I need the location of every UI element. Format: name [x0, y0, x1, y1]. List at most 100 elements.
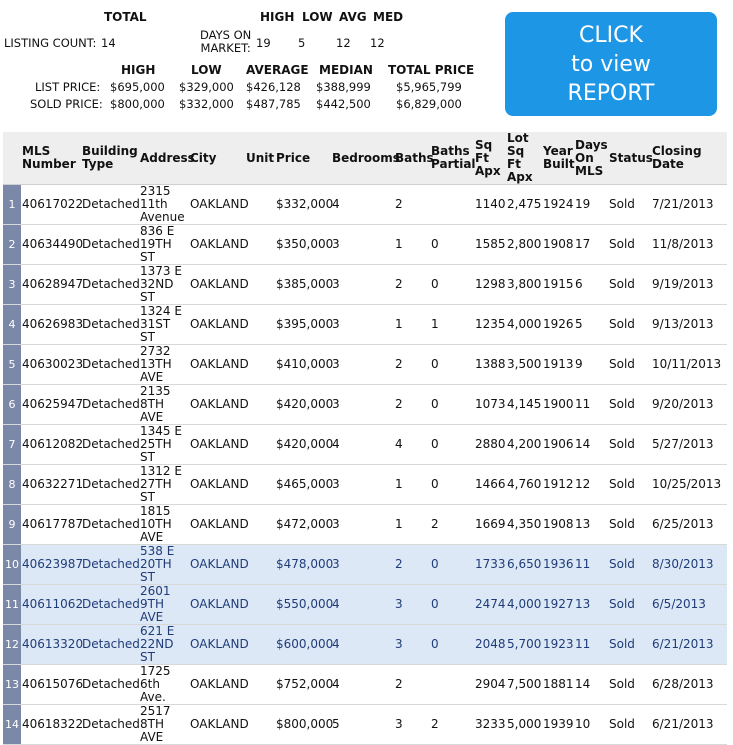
cell-building-type: Detached [81, 504, 140, 545]
cell-baths: 1 [394, 304, 430, 345]
cell-bedrooms: 4 [331, 184, 394, 225]
table-row[interactable]: 13 40615076 Detached 1725 6th Ave. OAKLAND $7… [3, 664, 727, 705]
table-row[interactable]: 8 40632271 Detached 1312 E 27TH ST OAKLAND $4… [3, 464, 727, 505]
cell-index: 9 [3, 504, 21, 545]
cell-lot-sq-ft: 3,800 [506, 264, 542, 305]
dom-label-line2: MARKET: [200, 41, 251, 55]
cell-sq-ft: 1585 [474, 224, 506, 265]
cell-closing-date: 6/25/2013 [651, 504, 727, 545]
cell-sq-ft: 2474 [474, 584, 506, 625]
cell-baths-partial: 0 [430, 224, 474, 265]
table-row[interactable]: 12 40613320 Detached 621 E 22ND ST OAKLAND $6… [3, 624, 727, 665]
table-row[interactable]: 14 40618322 Detached 2517 8TH AVE OAKLAND $80… [3, 704, 727, 745]
column-header-days-on-mls[interactable]: Days On MLS [574, 132, 608, 185]
cell-baths-partial: 0 [430, 584, 474, 625]
cell-bedrooms: 3 [331, 384, 394, 425]
cell-building-type: Detached [81, 304, 140, 345]
table-row[interactable]: 4 40626983 Detached 1324 E 31ST ST OAKLAND $3… [3, 304, 727, 345]
column-header-baths-partial[interactable]: Baths Partial [430, 132, 476, 185]
cell-lot-sq-ft: 7,500 [506, 664, 542, 705]
column-header-sq-ft[interactable]: Sq Ft Apx [474, 132, 506, 185]
cell-year-built: 1908 [542, 224, 574, 265]
column-header-price[interactable]: Price [275, 132, 331, 185]
report-button-line1: CLICK [579, 23, 643, 48]
cell-year-built: 1900 [542, 384, 574, 425]
cell-bedrooms: 3 [331, 344, 394, 385]
cell-price: $420,000 [275, 384, 333, 425]
cell-year-built: 1939 [542, 704, 574, 745]
column-header-city[interactable]: City [189, 132, 245, 185]
table-row[interactable]: 6 40625947 Detached 2135 8TH AVE OAKLAND $420… [3, 384, 727, 425]
cell-address: 621 E 22ND ST [139, 624, 189, 665]
cell-bedrooms: 3 [331, 304, 394, 345]
column-header-mls-number[interactable]: MLS Number [21, 132, 81, 185]
sold-price-high: $800,000 [110, 97, 165, 111]
cell-status: Sold [608, 304, 651, 345]
column-header-address[interactable]: Address [139, 132, 195, 185]
cell-lot-sq-ft: 4,200 [506, 424, 542, 465]
column-header-baths[interactable]: Baths [394, 132, 434, 185]
table-row[interactable]: 2 40634490 Detached 836 E 19TH ST OAKLAND $35… [3, 224, 727, 265]
cell-year-built: 1923 [542, 624, 574, 665]
cell-baths-partial: 0 [430, 344, 474, 385]
listings-table: MLS Number Building Type Address City Unit Pr… [3, 132, 727, 745]
cell-bedrooms: 4 [331, 584, 394, 625]
table-row[interactable]: 3 40628947 Detached 1373 E 32ND ST OAKLAND $3… [3, 264, 727, 305]
cell-price: $420,000 [275, 424, 333, 465]
cell-closing-date: 11/8/2013 [651, 224, 727, 265]
column-header-index[interactable] [3, 132, 21, 185]
price-header-average: AVERAGE [246, 63, 309, 77]
column-header-closing-date[interactable]: Closing Date [651, 132, 727, 185]
dom-avg: 12 [336, 36, 351, 50]
table-row[interactable]: 7 40612082 Detached 1345 E 25TH ST OAKLAND $4… [3, 424, 727, 465]
cell-unit [245, 544, 275, 585]
cell-baths-partial: 0 [430, 384, 474, 425]
price-header-high: HIGH [121, 63, 156, 77]
column-header-year-built[interactable]: Year Built [542, 132, 575, 185]
cell-price: $395,000 [275, 304, 333, 345]
cell-sq-ft: 2880 [474, 424, 506, 465]
days-on-market-label: DAYS ON MARKET: [200, 29, 251, 55]
table-row[interactable]: 9 40617787 Detached 1815 10TH AVE OAKLAND $47… [3, 504, 727, 545]
cell-days-on-mls: 14 [574, 424, 608, 465]
sold-price-total: $6,829,000 [396, 97, 462, 111]
dom-high: 19 [256, 36, 271, 50]
cell-mls-number: 40618322 [21, 704, 83, 745]
table-row[interactable]: 1 40617022 Detached 2315 11th Avenue OAKLAND… [3, 184, 727, 225]
column-header-status[interactable]: Status [608, 132, 653, 185]
table-row[interactable]: 11 40611062 Detached 2601 9TH AVE OAKLAND $55… [3, 584, 727, 625]
cell-baths: 1 [394, 464, 430, 505]
cell-price: $600,000 [275, 624, 333, 665]
column-header-unit[interactable]: Unit [245, 132, 275, 185]
table-row[interactable]: 10 40623987 Detached 538 E 20TH ST OAKLAND $4… [3, 544, 727, 585]
column-header-lot-sq-ft[interactable]: Lot Sq Ft Apx [506, 132, 542, 185]
cell-bedrooms: 5 [331, 704, 394, 745]
view-report-button[interactable]: CLICK to view REPORT [505, 12, 717, 116]
cell-building-type: Detached [81, 384, 140, 425]
cell-index: 3 [3, 264, 21, 305]
cell-year-built: 1906 [542, 424, 574, 465]
cell-city: OAKLAND [189, 464, 249, 505]
cell-baths: 2 [394, 664, 430, 705]
report-button-line2: to view [571, 52, 651, 77]
column-header-bedrooms[interactable]: Bedrooms [331, 132, 400, 185]
cell-unit [245, 184, 275, 225]
cell-index: 10 [3, 544, 21, 585]
column-header-building-type[interactable]: Building Type [81, 132, 139, 185]
cell-baths: 2 [394, 384, 430, 425]
cell-lot-sq-ft: 2,800 [506, 224, 542, 265]
cell-sq-ft: 1466 [474, 464, 506, 505]
listing-count-value: 14 [101, 36, 116, 50]
cell-lot-sq-ft: 6,650 [506, 544, 542, 585]
cell-days-on-mls: 12 [574, 464, 608, 505]
cell-city: OAKLAND [189, 544, 249, 585]
cell-lot-sq-ft: 3,500 [506, 344, 542, 385]
sold-price-median: $442,500 [316, 97, 371, 111]
cell-baths: 3 [394, 624, 430, 665]
cell-bedrooms: 4 [331, 424, 394, 465]
cell-baths-partial: 0 [430, 424, 474, 465]
cell-sq-ft: 2904 [474, 664, 506, 705]
cell-status: Sold [608, 704, 651, 745]
table-row[interactable]: 5 40630023 Detached 2732 13TH AVE OAKLAND $41… [3, 344, 727, 385]
avg-label: AVG [339, 10, 367, 24]
